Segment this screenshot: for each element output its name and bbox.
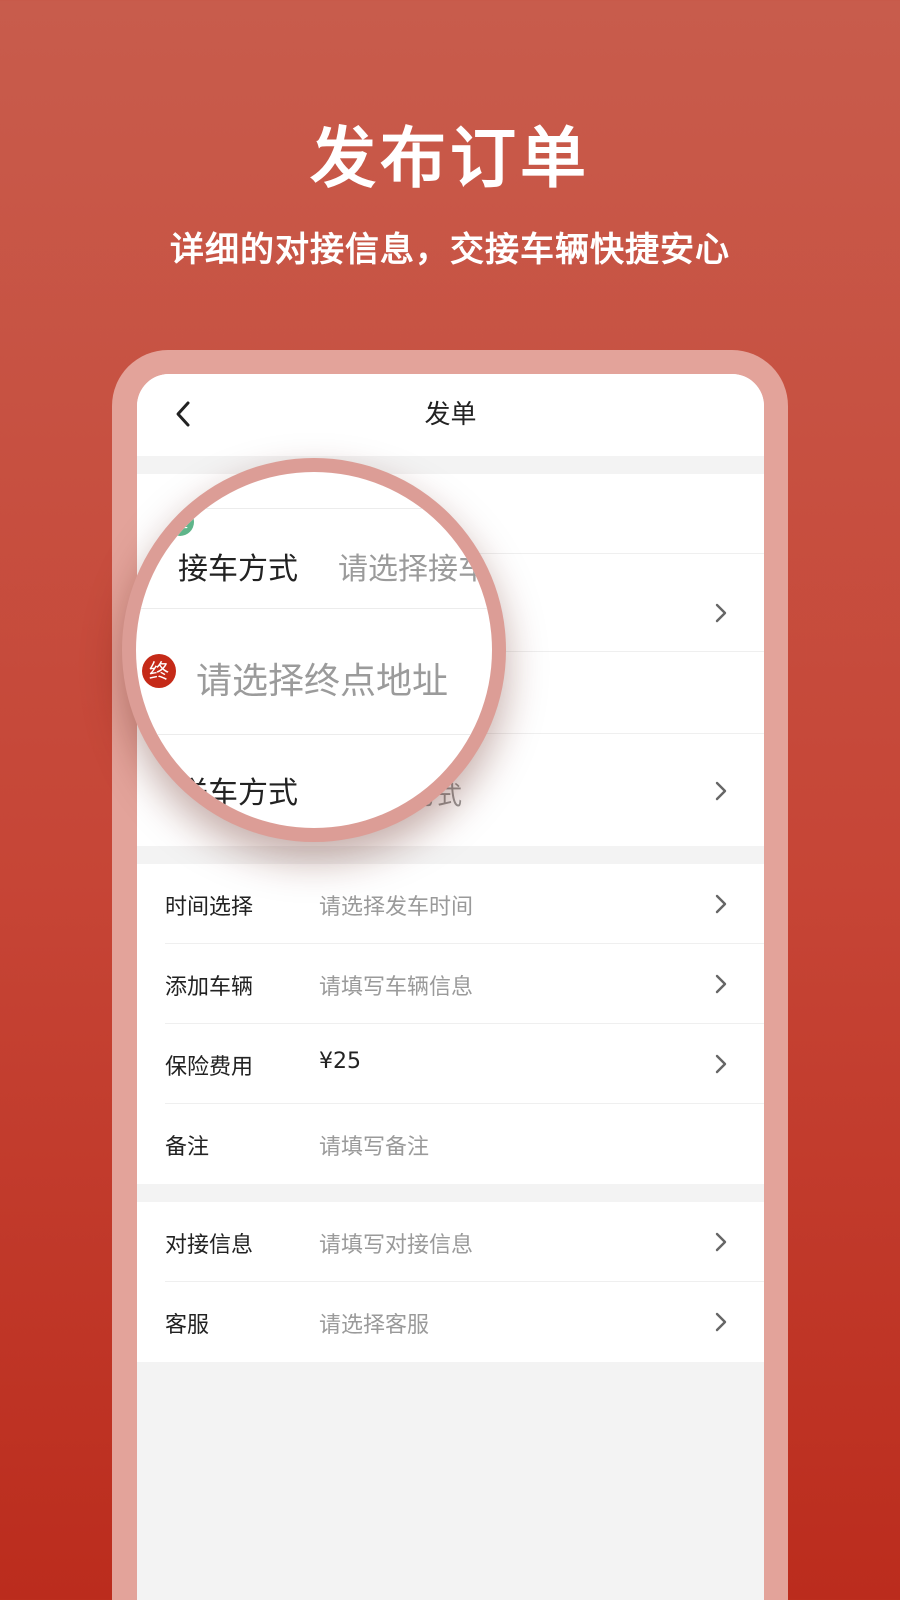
row-value: 请填写对接信息 (319, 1233, 474, 1258)
row-label: 客服 (165, 1313, 210, 1338)
chevron-right-icon (715, 894, 727, 914)
page-title: 发单 (424, 400, 477, 430)
promo-subtitle: 详细的对接信息，交接车辆快捷安心 (170, 230, 730, 270)
row-value: 请选择客服 (319, 1313, 430, 1338)
insurance-fee-value: ¥25 (319, 1049, 361, 1074)
chevron-right-icon (715, 781, 727, 801)
chevron-right-icon (715, 974, 727, 994)
nav-bar: 发单 (137, 374, 764, 456)
row-value: 请填写车辆信息 (319, 975, 474, 1000)
row-label: 对接信息 (165, 1233, 254, 1258)
customer-service-row[interactable]: 客服 请选择客服 (165, 1282, 764, 1362)
handover-info-row[interactable]: 对接信息 请填写对接信息 (165, 1202, 764, 1282)
chevron-right-icon (715, 1312, 727, 1332)
magnifier-lens: 起 接车方式 请选择接车 终 请选择终点地址 送车方式 (122, 458, 506, 842)
insurance-fee-row[interactable]: 保险费用 ¥25 (165, 1024, 764, 1104)
row-label: 时间选择 (165, 895, 254, 920)
end-address-placeholder[interactable]: 请选择终点地址 (196, 652, 448, 704)
contact-card: 对接信息 请填写对接信息 客服 请选择客服 (137, 1202, 764, 1362)
order-detail-card: 时间选择 请选择发车时间 添加车辆 请填写车辆信息 保险费用 ¥25 备注 请填… (137, 864, 764, 1184)
row-label: 备注 (165, 1135, 210, 1160)
add-vehicle-row[interactable]: 添加车辆 请填写车辆信息 (165, 944, 764, 1024)
pickup-method-label: 接车方式 (178, 552, 298, 587)
promo-title: 发布订单 (310, 120, 590, 197)
row-label: 添加车辆 (165, 975, 254, 1000)
end-badge: 终 (142, 654, 176, 688)
remark-input[interactable]: 请填写备注 (319, 1129, 429, 1161)
chevron-right-icon (715, 1232, 727, 1252)
pickup-method-placeholder: 请选择接车 (338, 552, 488, 587)
remark-row[interactable]: 备注 请填写备注 (165, 1104, 764, 1184)
row-value: 请选择发车时间 (319, 895, 474, 920)
chevron-right-icon (715, 603, 727, 623)
chevron-right-icon (715, 1054, 727, 1074)
time-select-row[interactable]: 时间选择 请选择发车时间 (165, 864, 764, 944)
start-badge: 起 (166, 508, 194, 536)
delivery-method-label: 送车方式 (178, 776, 298, 811)
row-label: 保险费用 (165, 1055, 254, 1080)
